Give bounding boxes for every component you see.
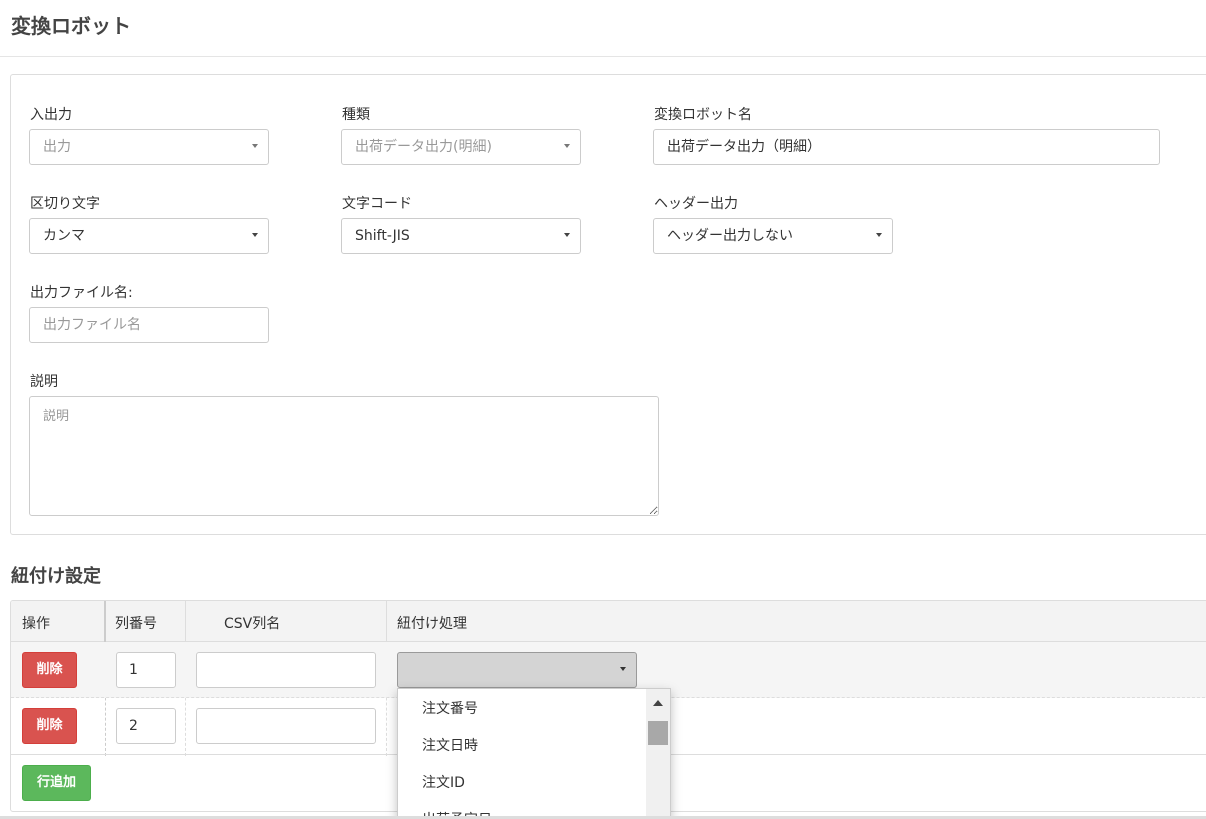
kind-select[interactable]: 出荷データ出力(明細) — [341, 129, 581, 165]
kind-select-value: 出荷データ出力(明細) — [355, 139, 492, 155]
mapping-select[interactable] — [397, 652, 637, 688]
description-textarea[interactable] — [29, 396, 659, 516]
page-title: 変換ロボット — [11, 14, 131, 38]
delete-row-button[interactable]: 削除 — [22, 708, 77, 744]
io-select-value: 出力 — [43, 139, 71, 155]
charset-select-value: Shift-JIS — [355, 228, 410, 244]
scroll-up-arrow-icon[interactable] — [653, 700, 663, 706]
dropdown-scrollbar[interactable] — [646, 689, 670, 818]
column-header-action: 操作 — [22, 616, 50, 632]
dropdown-option[interactable]: 注文番号 — [422, 698, 478, 718]
scrollbar-thumb[interactable] — [648, 721, 668, 745]
column-divider — [185, 601, 186, 642]
delimiter-select-value: カンマ — [43, 228, 85, 244]
delete-row-button[interactable]: 削除 — [22, 652, 77, 688]
column-header-csv-name: CSV列名 — [224, 616, 281, 632]
caret-down-icon — [252, 233, 258, 237]
column-number-input[interactable]: 1 — [116, 652, 176, 688]
add-row-button[interactable]: 行追加 — [22, 765, 91, 801]
csv-name-input[interactable] — [196, 708, 376, 744]
caret-down-icon — [564, 144, 570, 148]
io-label: 入出力 — [30, 107, 72, 123]
robot-name-label: 変換ロボット名 — [654, 107, 752, 123]
column-resize-handle[interactable] — [104, 601, 106, 642]
delimiter-select[interactable]: カンマ — [29, 218, 269, 254]
caret-down-icon — [564, 233, 570, 237]
title-divider — [0, 56, 1206, 57]
mapping-dropdown-list: 注文番号 注文日時 注文ID 出荷予定日 — [397, 688, 671, 819]
mapping-section-title: 紐付け設定 — [11, 566, 101, 587]
filename-label: 出力ファイル名: — [30, 285, 133, 301]
column-divider — [386, 601, 387, 642]
charset-select[interactable]: Shift-JIS — [341, 218, 581, 254]
caret-down-icon — [620, 667, 626, 671]
column-number-input[interactable]: 2 — [116, 708, 176, 744]
caret-down-icon — [876, 233, 882, 237]
column-header-mapping: 紐付け処理 — [397, 616, 467, 632]
header-output-select-value: ヘッダー出力しない — [667, 228, 793, 244]
dropdown-option[interactable]: 注文日時 — [422, 735, 478, 755]
column-header-column-number: 列番号 — [115, 616, 157, 632]
robot-name-input[interactable]: 出荷データ出力（明細） — [653, 129, 1160, 165]
dropdown-option[interactable]: 注文ID — [422, 772, 465, 792]
csv-name-input[interactable] — [196, 652, 376, 688]
grid-header: 操作 列番号 CSV列名 紐付け処理 — [11, 601, 1206, 642]
description-label: 説明 — [30, 374, 58, 390]
filename-input[interactable] — [29, 307, 269, 343]
kind-label: 種類 — [342, 107, 370, 123]
header-output-select[interactable]: ヘッダー出力しない — [653, 218, 893, 254]
caret-down-icon — [252, 144, 258, 148]
header-output-label: ヘッダー出力 — [654, 196, 738, 212]
io-select[interactable]: 出力 — [29, 129, 269, 165]
charset-label: 文字コード — [342, 196, 412, 212]
delimiter-label: 区切り文字 — [30, 196, 100, 212]
